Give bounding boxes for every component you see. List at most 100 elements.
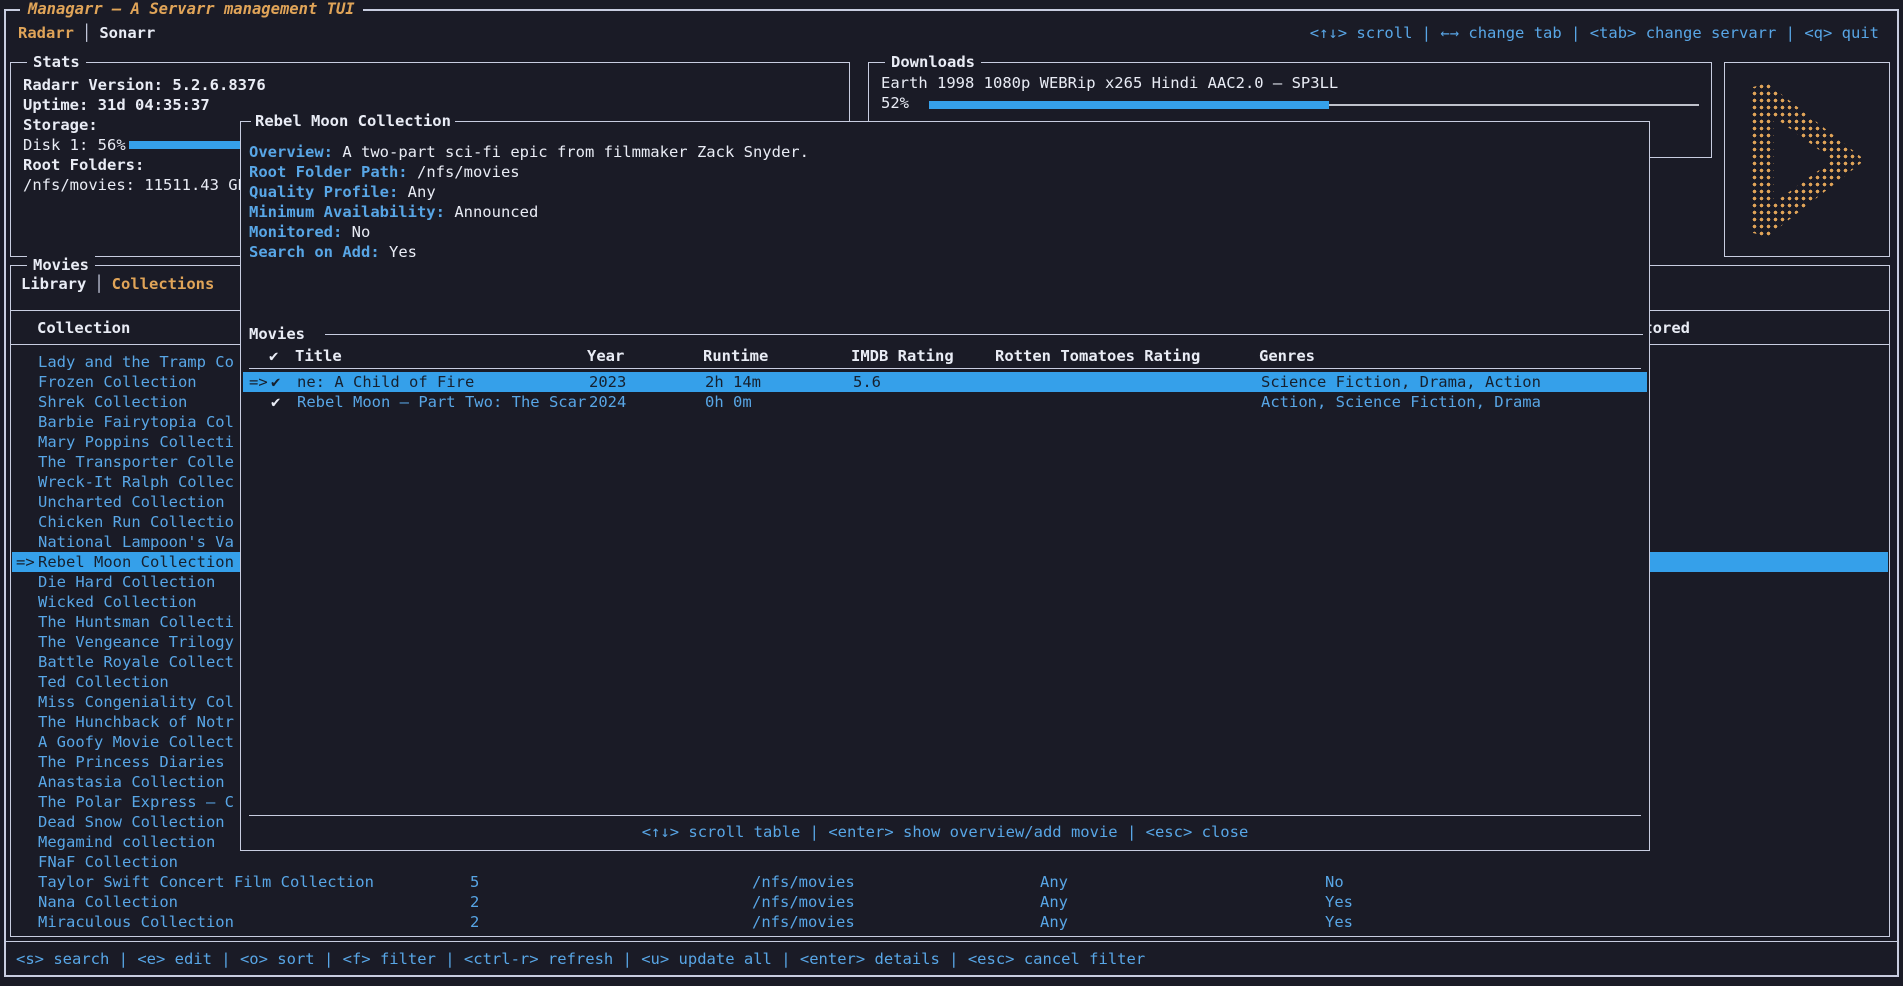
- collection-name: Wreck-It Ralph Collec: [38, 472, 234, 492]
- collection-row[interactable]: Miraculous Collection 2 /nfs/movies Any …: [12, 912, 1888, 932]
- collection-quality-profile: Any: [1040, 912, 1068, 932]
- collection-column-header: Collection: [37, 318, 130, 338]
- field-label: Overview:: [249, 143, 333, 161]
- collection-monitored: No: [1325, 872, 1344, 892]
- collection-details-modal: Rebel Moon Collection Overview: A two-pa…: [240, 121, 1650, 851]
- collection-root-folder: /nfs/movies: [752, 892, 855, 912]
- collection-name: National Lampoon's Va: [38, 532, 234, 552]
- collection-name: Uncharted Collection: [38, 492, 225, 512]
- collection-name: Chicken Run Collectio: [38, 512, 234, 532]
- monitored-check-icon: ✔: [271, 372, 280, 392]
- movie-row[interactable]: ✔ Rebel Moon – Part Two: The Scar 2024 0…: [243, 392, 1647, 412]
- collection-movie-count: 2: [470, 912, 479, 932]
- field-value: /nfs/movies: [417, 163, 520, 181]
- movie-row[interactable]: => ✔ ne: A Child of Fire 2023 2h 14m 5.6…: [243, 372, 1647, 392]
- modal-help-divider: [249, 815, 1641, 816]
- selection-marker: =>: [249, 372, 268, 392]
- collection-name: The Transporter Colle: [38, 452, 234, 472]
- field-value: Any: [408, 183, 436, 201]
- collection-field: Search on Add: Yes: [249, 242, 1641, 262]
- movie-title: ne: A Child of Fire: [297, 372, 474, 392]
- field-label: Search on Add:: [249, 243, 380, 261]
- field-value: Yes: [389, 243, 417, 261]
- gauge-fill: [929, 101, 1329, 109]
- radarr-version-line: Radarr Version: 5.2.6.8376: [23, 75, 837, 95]
- collection-field: Overview: A two-part sci-fi epic from fi…: [249, 142, 1641, 162]
- servarr-tabbar: Radarr │ Sonarr: [18, 23, 155, 43]
- tab-sonarr[interactable]: Sonarr: [99, 24, 155, 42]
- rotten-tomatoes-column-header: Rotten Tomatoes Rating: [995, 346, 1200, 366]
- collection-fields: Overview: A two-part sci-fi epic from fi…: [249, 142, 1641, 262]
- collection-name: The Polar Express – C: [38, 792, 234, 812]
- collection-field: Monitored: No: [249, 222, 1641, 242]
- movie-imdb-rating: 5.6: [853, 372, 881, 392]
- movies-section-title: Movies: [249, 325, 305, 343]
- collection-name: Battle Royale Collect: [38, 652, 234, 672]
- movie-title: Rebel Moon – Part Two: The Scar: [297, 392, 586, 412]
- movie-runtime: 2h 14m: [705, 372, 761, 392]
- collection-name: The Huntsman Collecti: [38, 612, 234, 632]
- monitored-check-icon: ✔: [271, 392, 280, 412]
- collection-name: Rebel Moon Collection: [38, 552, 234, 572]
- stats-panel-title: Stats: [27, 52, 86, 72]
- field-value: Announced: [454, 203, 538, 221]
- collection-name: Die Hard Collection: [38, 572, 215, 592]
- genres-column-header: Genres: [1259, 346, 1315, 366]
- collection-quality-profile: Any: [1040, 892, 1068, 912]
- collection-name: The Vengeance Trilogy: [38, 632, 234, 652]
- collection-name: Mary Poppins Collecti: [38, 432, 234, 452]
- collection-name: Wicked Collection: [38, 592, 197, 612]
- field-label: Minimum Availability:: [249, 203, 445, 221]
- collection-name: Dead Snow Collection: [38, 812, 225, 832]
- movie-genres: Action, Science Fiction, Drama: [1261, 392, 1541, 412]
- collection-field: Minimum Availability: Announced: [249, 202, 1641, 222]
- collection-field: Quality Profile: Any: [249, 182, 1641, 202]
- movie-year: 2023: [589, 372, 626, 392]
- collection-name: A Goofy Movie Collect: [38, 732, 234, 752]
- collection-name: Frozen Collection: [38, 372, 197, 392]
- download-item-title: Earth 1998 1080p WEBRip x265 Hindi AAC2.…: [881, 73, 1699, 93]
- movies-table-header-divider: [249, 368, 1641, 369]
- collection-movie-count: 2: [470, 892, 479, 912]
- modal-title: Rebel Moon Collection: [251, 111, 455, 131]
- bottom-helpbar: <s> search | <e> edit | <o> sort | <f> f…: [6, 941, 1897, 977]
- collection-name: Nana Collection: [38, 892, 178, 912]
- modal-keybindings-help: <↑↓> scroll table | <enter> show overvie…: [241, 822, 1649, 842]
- collection-root-folder: /nfs/movies: [752, 872, 855, 892]
- selection-marker: =>: [16, 552, 35, 572]
- collection-name: The Hunchback of Notr: [38, 712, 234, 732]
- collection-name: Miss Congeniality Col: [38, 692, 234, 712]
- movies-panel-title: Movies: [27, 255, 95, 275]
- collection-quality-profile: Any: [1040, 872, 1068, 892]
- app-title: Managarr — A Servarr management TUI: [20, 0, 363, 19]
- collection-name: Miraculous Collection: [38, 912, 234, 932]
- movies-section-header: Movies: [249, 324, 1643, 344]
- managarr-play-logo-icon: [1751, 83, 1865, 237]
- collection-name: Taylor Swift Concert Film Collection: [38, 872, 374, 892]
- movies-table-header: ✔ Title Year Runtime IMDB Rating Rotten …: [241, 346, 1649, 366]
- collection-name: Anastasia Collection: [38, 772, 225, 792]
- field-value: No: [352, 223, 371, 241]
- tab-separator: │: [82, 24, 91, 42]
- collection-row[interactable]: Nana Collection 2 /nfs/movies Any Yes: [12, 892, 1888, 912]
- managarr-app: Managarr — A Servarr management TUI Rada…: [0, 0, 1903, 986]
- movie-runtime: 0h 0m: [705, 392, 752, 412]
- collection-row[interactable]: Taylor Swift Concert Film Collection 5 /…: [12, 872, 1888, 892]
- collection-row[interactable]: FNaF Collection: [12, 852, 1888, 872]
- tab-library[interactable]: Library: [21, 275, 86, 293]
- collection-name: Ted Collection: [38, 672, 169, 692]
- field-label: Monitored:: [249, 223, 342, 241]
- collection-movie-count: 5: [470, 872, 479, 892]
- tab-radarr[interactable]: Radarr: [18, 24, 74, 42]
- year-column-header: Year: [587, 346, 624, 366]
- tab-collections[interactable]: Collections: [112, 275, 215, 293]
- movies-tabbar: Library│Collections: [21, 274, 214, 294]
- global-keybindings-help: <↑↓> scroll | ←→ change tab | <tab> chan…: [1310, 23, 1879, 43]
- movies-table-rows: => ✔ ne: A Child of Fire 2023 2h 14m 5.6…: [243, 372, 1647, 412]
- logo-panel: [1724, 62, 1890, 257]
- runtime-column-header: Runtime: [703, 346, 768, 366]
- field-label: Root Folder Path:: [249, 163, 408, 181]
- collection-name: The Princess Diaries: [38, 752, 225, 772]
- table-keybindings-help: <s> search | <e> edit | <o> sort | <f> f…: [16, 949, 1145, 969]
- collection-monitored: Yes: [1325, 912, 1353, 932]
